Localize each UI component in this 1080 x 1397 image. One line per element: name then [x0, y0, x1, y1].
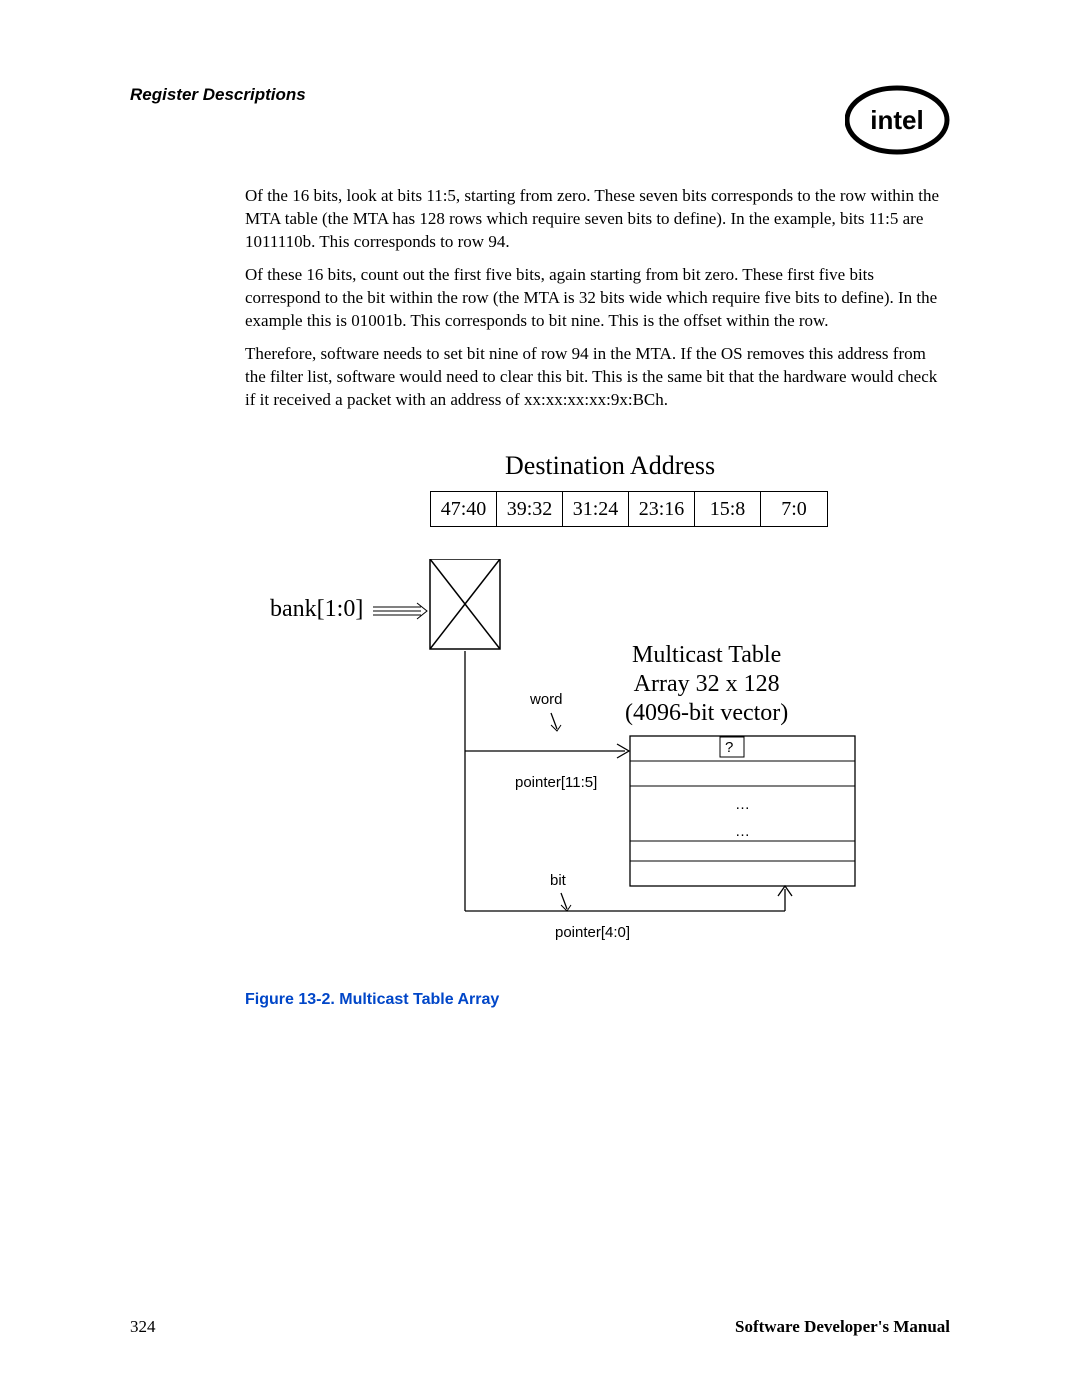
figure-caption: Figure 13-2. Multicast Table Array	[245, 991, 950, 1009]
section-title: Register Descriptions	[130, 85, 306, 105]
page-number: 324	[130, 1317, 156, 1337]
paragraph-2: Of these 16 bits, count out the first fi…	[245, 264, 950, 333]
paragraph-1: Of the 16 bits, look at bits 11:5, start…	[245, 185, 950, 254]
doc-title: Software Developer's Manual	[735, 1317, 950, 1337]
page-header: Register Descriptions intel	[130, 85, 950, 155]
svg-text:intel: intel	[870, 105, 923, 135]
page: Register Descriptions intel Of the 16 bi…	[0, 0, 1080, 1397]
intel-logo-icon: intel	[845, 85, 950, 155]
body-text: Of the 16 bits, look at bits 11:5, start…	[245, 185, 950, 411]
paragraph-3: Therefore, software needs to set bit nin…	[245, 343, 950, 412]
connector-lines-icon	[245, 441, 950, 961]
page-footer: 324 Software Developer's Manual	[130, 1317, 950, 1337]
diagram: Destination Address 47:40 39:32 31:24 23…	[245, 441, 950, 961]
